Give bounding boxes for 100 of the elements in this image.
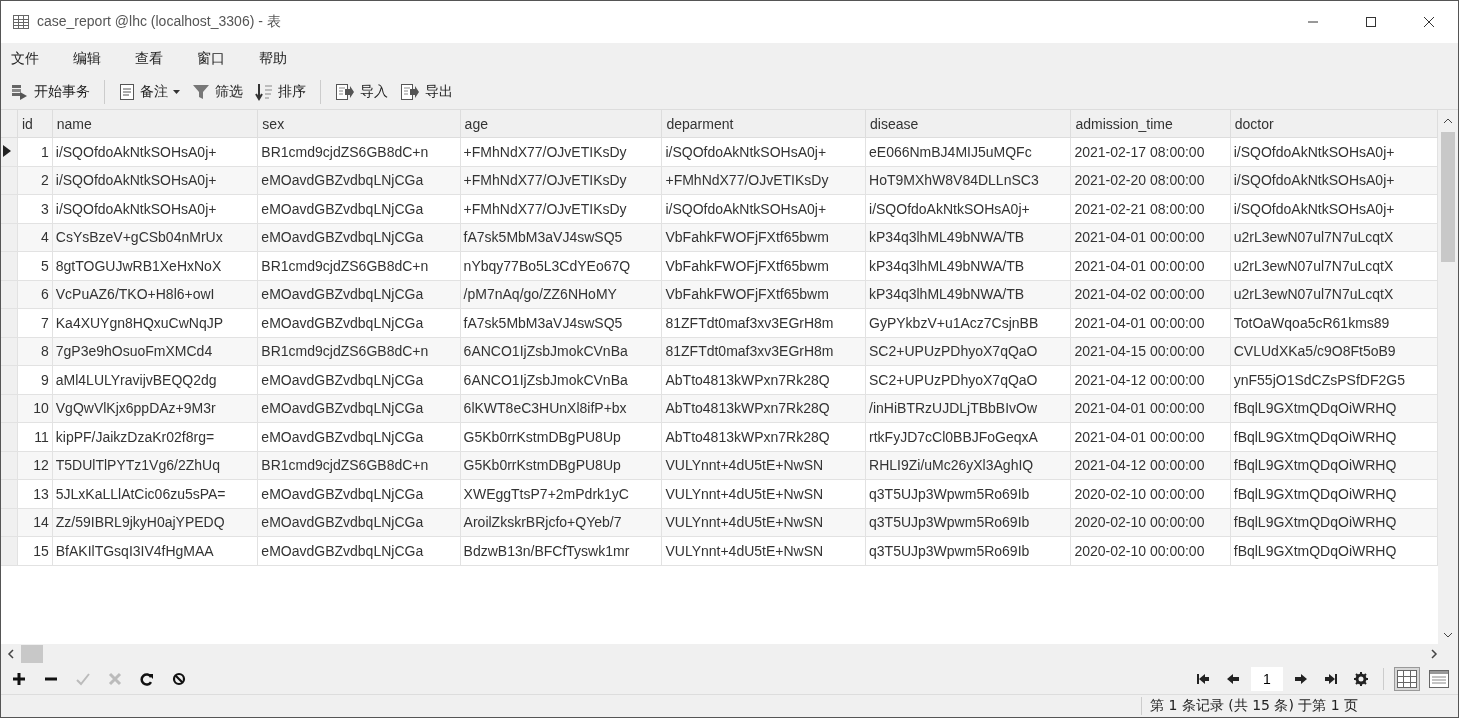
table-cell: 8gtTOGUJwRB1XeHxNoX xyxy=(52,251,258,280)
table-cell: u2rL3ewN07ul7N7uLcqtX xyxy=(1230,280,1438,309)
table-cell: 2021-04-01 00:00:00 xyxy=(1070,223,1231,252)
table-cell: eMOavdGBZvdbqLNjCGa xyxy=(257,422,461,451)
toolbar-button[interactable]: 导出 xyxy=(396,80,457,104)
table-cell: 3 xyxy=(17,194,53,223)
table-cell: i/SQOfdoAkNtkSOHsA0j+ xyxy=(865,194,1071,223)
toolbar-button[interactable]: 排序 xyxy=(251,80,310,104)
menu-item[interactable]: 文件 xyxy=(11,50,39,68)
table-cell: fBqlL9GXtmQDqOiWRHQ xyxy=(1230,536,1438,565)
table-cell: BR1cmd9cjdZS6GB8dC+n xyxy=(257,137,461,166)
table-cell: 7gP3e9hOsuoFmXMCd4 xyxy=(52,337,258,366)
table-cell: 15 xyxy=(17,536,53,565)
menu-item[interactable]: 窗口 xyxy=(197,50,225,68)
table-cell: VcPuAZ6/TKO+H8l6+owI xyxy=(52,280,258,309)
table-cell: eMOavdGBZvdbqLNjCGa xyxy=(257,280,461,309)
table-cell: 2020-02-10 00:00:00 xyxy=(1070,536,1231,565)
menu-item[interactable]: 编辑 xyxy=(73,50,101,68)
table-cell: AbTto4813kWPxn7Rk28Q xyxy=(661,422,866,451)
scroll-up-icon[interactable] xyxy=(1443,118,1453,124)
table-cell: BR1cmd9cjdZS6GB8dC+n xyxy=(257,451,461,480)
table-cell: kP34q3lhML49bNWA/TB xyxy=(865,251,1071,280)
toolbar-button[interactable]: 开始事务 xyxy=(7,80,94,104)
table-cell: VULYnnt+4dU5tE+NwSN xyxy=(661,479,866,508)
table-cell: 13 xyxy=(17,479,53,508)
column-header[interactable]: name xyxy=(52,110,258,138)
toolbar-button[interactable]: 筛选 xyxy=(188,80,247,104)
table-cell: 2021-02-20 08:00:00 xyxy=(1070,166,1231,195)
column-header[interactable]: deparment xyxy=(661,110,866,138)
column-header[interactable]: age xyxy=(460,110,662,138)
column-header[interactable]: doctor xyxy=(1230,110,1438,138)
scroll-down-icon[interactable] xyxy=(1443,632,1453,638)
table-cell: VgQwVlKjx6ppDAz+9M3r xyxy=(52,394,258,423)
scroll-left-icon[interactable] xyxy=(7,649,15,659)
table-cell: u2rL3ewN07ul7N7uLcqtX xyxy=(1230,251,1438,280)
table-cell: eMOavdGBZvdbqLNjCGa xyxy=(257,479,461,508)
current-row-icon xyxy=(3,144,11,157)
table-cell: AbTto4813kWPxn7Rk28Q xyxy=(661,365,866,394)
page-number-field[interactable]: 1 xyxy=(1251,667,1283,691)
column-header[interactable]: id xyxy=(17,110,53,138)
table-cell: /pM7nAq/go/ZZ6NHoMY xyxy=(460,280,662,309)
row-header[interactable] xyxy=(1,137,18,166)
grid-view-button[interactable] xyxy=(1394,667,1420,691)
table-cell: +FMhNdX77/OJvETIKsDy xyxy=(661,166,866,195)
table-cell: i/SQOfdoAkNtkSOHsA0j+ xyxy=(52,166,258,195)
table-cell: eMOavdGBZvdbqLNjCGa xyxy=(257,308,461,337)
table-cell: eMOavdGBZvdbqLNjCGa xyxy=(257,223,461,252)
table-cell: 6lKWT8eC3HUnXl8ifP+bx xyxy=(460,394,662,423)
close-icon xyxy=(1423,16,1435,28)
status-text: 第 1 条记录 (共 15 条) 于第 1 页 xyxy=(1141,697,1359,715)
table-cell: nYbqy77Bo5L3CdYEo67Q xyxy=(460,251,662,280)
table-icon xyxy=(13,15,29,29)
table-cell: fA7sk5MbM3aVJ4swSQ5 xyxy=(460,223,662,252)
toolbar-button[interactable]: 备注 xyxy=(115,80,184,104)
horizontal-scrollbar[interactable] xyxy=(1,644,1458,664)
table-cell: /inHiBTRzUJDLjTBbBIvOw xyxy=(865,394,1071,423)
scroll-thumb[interactable] xyxy=(1441,132,1455,262)
scroll-right-icon[interactable] xyxy=(1430,649,1438,659)
column-header[interactable]: disease xyxy=(865,110,1071,138)
table-cell: i/SQOfdoAkNtkSOHsA0j+ xyxy=(1230,194,1438,223)
table-cell: VbFahkFWOFjFXtf65bwm xyxy=(661,280,866,309)
table-cell: HoT9MXhW8V84DLLnSC3 xyxy=(865,166,1071,195)
table-cell: 2021-04-01 00:00:00 xyxy=(1070,422,1231,451)
table-cell: 5JLxKaLLlAtCic06zu5sPA= xyxy=(52,479,258,508)
document-icon xyxy=(119,83,135,101)
table-cell: i/SQOfdoAkNtkSOHsA0j+ xyxy=(52,137,258,166)
import-icon xyxy=(335,83,355,101)
form-view-button[interactable] xyxy=(1426,667,1452,691)
table-cell: 6ANCO1IjZsbJmokCVnBa xyxy=(460,365,662,394)
column-header[interactable]: sex xyxy=(257,110,461,138)
table-cell: 2020-02-10 00:00:00 xyxy=(1070,508,1231,537)
menu-item[interactable]: 查看 xyxy=(135,50,163,68)
table-cell: fBqlL9GXtmQDqOiWRHQ xyxy=(1230,508,1438,537)
filter-icon xyxy=(192,83,210,101)
column-header[interactable]: admission_time xyxy=(1070,110,1231,138)
table-cell: eMOavdGBZvdbqLNjCGa xyxy=(257,508,461,537)
table-cell: 2021-02-17 08:00:00 xyxy=(1070,137,1231,166)
table-cell: 1 xyxy=(17,137,53,166)
table-cell: XWEggTtsP7+2mPdrk1yC xyxy=(460,479,662,508)
table-cell: i/SQOfdoAkNtkSOHsA0j+ xyxy=(1230,137,1438,166)
scroll-thumb[interactable] xyxy=(21,645,43,663)
table-cell: TotOaWqoa5cR61kms89 xyxy=(1230,308,1438,337)
table-cell: +FMhNdX77/OJvETIKsDy xyxy=(460,166,662,195)
table-cell: eMOavdGBZvdbqLNjCGa xyxy=(257,536,461,565)
export-icon xyxy=(400,83,420,101)
table-cell: i/SQOfdoAkNtkSOHsA0j+ xyxy=(661,194,866,223)
table-cell: 2021-04-12 00:00:00 xyxy=(1070,365,1231,394)
table-cell: 9 xyxy=(17,365,53,394)
table-cell: GyPYkbzV+u1Acz7CsjnBB xyxy=(865,308,1071,337)
table-cell: VbFahkFWOFjFXtf65bwm xyxy=(661,251,866,280)
table-cell: CsYsBzeV+gCSb04nMrUx xyxy=(52,223,258,252)
table-cell: 2021-04-12 00:00:00 xyxy=(1070,451,1231,480)
table-cell: q3T5UJp3Wpwm5Ro69Ib xyxy=(865,508,1071,537)
vertical-scrollbar[interactable] xyxy=(1438,110,1458,644)
table-cell: BR1cmd9cjdZS6GB8dC+n xyxy=(257,251,461,280)
menu-item[interactable]: 帮助 xyxy=(259,50,287,68)
toolbar-button[interactable]: 导入 xyxy=(331,80,392,104)
table-cell: 2021-04-01 00:00:00 xyxy=(1070,308,1231,337)
table-cell: 11 xyxy=(17,422,53,451)
caret-icon[interactable] xyxy=(173,89,180,95)
